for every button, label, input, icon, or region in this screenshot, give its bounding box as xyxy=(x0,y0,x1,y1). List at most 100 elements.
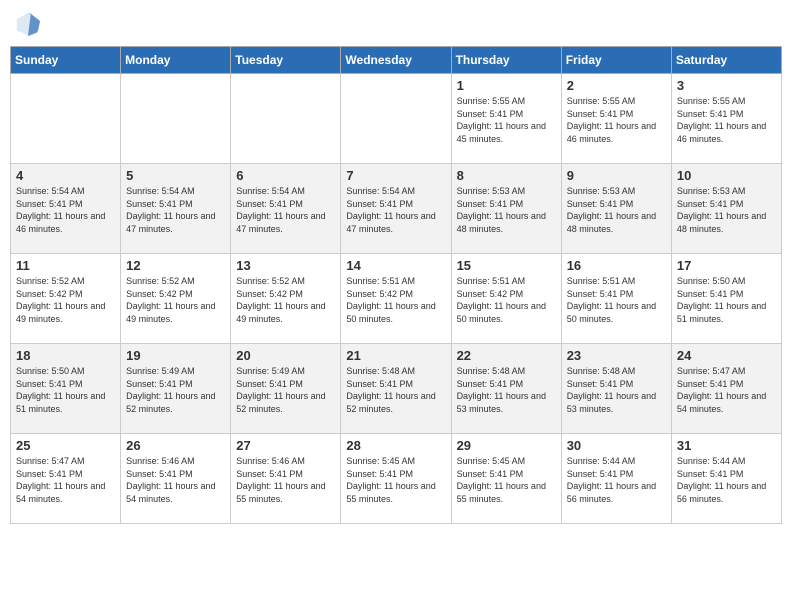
day-number: 12 xyxy=(126,258,225,273)
day-number: 8 xyxy=(457,168,556,183)
week-row-1: 1 Sunrise: 5:55 AMSunset: 5:41 PMDaylight… xyxy=(11,74,782,164)
day-info: Sunrise: 5:51 AMSunset: 5:42 PMDaylight:… xyxy=(457,275,556,325)
day-cell: 16 Sunrise: 5:51 AMSunset: 5:41 PMDayligh… xyxy=(561,254,671,344)
day-number: 30 xyxy=(567,438,666,453)
day-cell: 28 Sunrise: 5:45 AMSunset: 5:41 PMDayligh… xyxy=(341,434,451,524)
day-number: 16 xyxy=(567,258,666,273)
day-cell: 11Sunrise: 5:52 AMSunset: 5:42 PMDayligh… xyxy=(11,254,121,344)
day-cell: 4 Sunrise: 5:54 AMSunset: 5:41 PMDaylight… xyxy=(11,164,121,254)
col-header-sunday: Sunday xyxy=(11,47,121,74)
day-info: Sunrise: 5:52 AMSunset: 5:42 PMDaylight:… xyxy=(126,275,225,325)
day-number: 7 xyxy=(346,168,445,183)
day-info: Sunrise: 5:49 AMSunset: 5:41 PMDaylight:… xyxy=(236,365,335,415)
day-info: Sunrise: 5:44 AMSunset: 5:41 PMDaylight:… xyxy=(677,455,776,505)
col-header-thursday: Thursday xyxy=(451,47,561,74)
day-info: Sunrise: 5:51 AMSunset: 5:42 PMDaylight:… xyxy=(346,275,445,325)
day-info: Sunrise: 5:55 AMSunset: 5:41 PMDaylight:… xyxy=(677,95,776,145)
day-cell: 5 Sunrise: 5:54 AMSunset: 5:41 PMDaylight… xyxy=(121,164,231,254)
day-info: Sunrise: 5:54 AMSunset: 5:41 PMDaylight:… xyxy=(126,185,225,235)
day-cell: 29 Sunrise: 5:45 AMSunset: 5:41 PMDayligh… xyxy=(451,434,561,524)
col-header-tuesday: Tuesday xyxy=(231,47,341,74)
day-info: Sunrise: 5:54 AMSunset: 5:41 PMDaylight:… xyxy=(236,185,335,235)
day-info: Sunrise: 5:48 AMSunset: 5:41 PMDaylight:… xyxy=(567,365,666,415)
day-cell: 17 Sunrise: 5:50 AMSunset: 5:41 PMDayligh… xyxy=(671,254,781,344)
day-number: 5 xyxy=(126,168,225,183)
day-cell: 21 Sunrise: 5:48 AMSunset: 5:41 PMDayligh… xyxy=(341,344,451,434)
col-header-monday: Monday xyxy=(121,47,231,74)
day-info: Sunrise: 5:55 AMSunset: 5:41 PMDaylight:… xyxy=(567,95,666,145)
day-cell: 2 Sunrise: 5:55 AMSunset: 5:41 PMDaylight… xyxy=(561,74,671,164)
day-number: 26 xyxy=(126,438,225,453)
day-cell: 30 Sunrise: 5:44 AMSunset: 5:41 PMDayligh… xyxy=(561,434,671,524)
logo-icon xyxy=(14,10,42,38)
day-number: 3 xyxy=(677,78,776,93)
week-row-5: 25 Sunrise: 5:47 AMSunset: 5:41 PMDayligh… xyxy=(11,434,782,524)
day-number: 15 xyxy=(457,258,556,273)
logo xyxy=(14,10,46,38)
day-number: 21 xyxy=(346,348,445,363)
day-info: Sunrise: 5:50 AMSunset: 5:41 PMDaylight:… xyxy=(677,275,776,325)
day-cell: 6 Sunrise: 5:54 AMSunset: 5:41 PMDaylight… xyxy=(231,164,341,254)
day-cell: 13 Sunrise: 5:52 AMSunset: 5:42 PMDayligh… xyxy=(231,254,341,344)
day-info: Sunrise: 5:54 AMSunset: 5:41 PMDaylight:… xyxy=(16,185,115,235)
day-cell: 25 Sunrise: 5:47 AMSunset: 5:41 PMDayligh… xyxy=(11,434,121,524)
day-cell: 18 Sunrise: 5:50 AMSunset: 5:41 PMDayligh… xyxy=(11,344,121,434)
day-cell: 10Sunrise: 5:53 AMSunset: 5:41 PMDayligh… xyxy=(671,164,781,254)
col-header-wednesday: Wednesday xyxy=(341,47,451,74)
page-header xyxy=(10,10,782,38)
day-info: Sunrise: 5:50 AMSunset: 5:41 PMDaylight:… xyxy=(16,365,115,415)
day-info: Sunrise: 5:53 AMSunset: 5:41 PMDaylight:… xyxy=(677,185,776,235)
day-cell: 8 Sunrise: 5:53 AMSunset: 5:41 PMDaylight… xyxy=(451,164,561,254)
col-header-saturday: Saturday xyxy=(671,47,781,74)
week-row-3: 11Sunrise: 5:52 AMSunset: 5:42 PMDayligh… xyxy=(11,254,782,344)
day-cell xyxy=(231,74,341,164)
day-number: 9 xyxy=(567,168,666,183)
day-info: Sunrise: 5:45 AMSunset: 5:41 PMDaylight:… xyxy=(457,455,556,505)
day-number: 18 xyxy=(16,348,115,363)
day-cell: 20 Sunrise: 5:49 AMSunset: 5:41 PMDayligh… xyxy=(231,344,341,434)
day-number: 28 xyxy=(346,438,445,453)
day-info: Sunrise: 5:47 AMSunset: 5:41 PMDaylight:… xyxy=(16,455,115,505)
day-number: 14 xyxy=(346,258,445,273)
day-cell: 27 Sunrise: 5:46 AMSunset: 5:41 PMDayligh… xyxy=(231,434,341,524)
day-cell: 22Sunrise: 5:48 AMSunset: 5:41 PMDayligh… xyxy=(451,344,561,434)
calendar-table: SundayMondayTuesdayWednesdayThursdayFrid… xyxy=(10,46,782,524)
day-cell: 9Sunrise: 5:53 AMSunset: 5:41 PMDaylight… xyxy=(561,164,671,254)
week-row-2: 4 Sunrise: 5:54 AMSunset: 5:41 PMDaylight… xyxy=(11,164,782,254)
day-cell: 31Sunrise: 5:44 AMSunset: 5:41 PMDayligh… xyxy=(671,434,781,524)
day-info: Sunrise: 5:51 AMSunset: 5:41 PMDaylight:… xyxy=(567,275,666,325)
day-info: Sunrise: 5:44 AMSunset: 5:41 PMDaylight:… xyxy=(567,455,666,505)
day-info: Sunrise: 5:52 AMSunset: 5:42 PMDaylight:… xyxy=(236,275,335,325)
day-info: Sunrise: 5:49 AMSunset: 5:41 PMDaylight:… xyxy=(126,365,225,415)
day-info: Sunrise: 5:55 AMSunset: 5:41 PMDaylight:… xyxy=(457,95,556,145)
day-cell: 7 Sunrise: 5:54 AMSunset: 5:41 PMDaylight… xyxy=(341,164,451,254)
day-number: 20 xyxy=(236,348,335,363)
day-cell: 24Sunrise: 5:47 AMSunset: 5:41 PMDayligh… xyxy=(671,344,781,434)
day-number: 13 xyxy=(236,258,335,273)
day-number: 4 xyxy=(16,168,115,183)
day-number: 24 xyxy=(677,348,776,363)
day-number: 1 xyxy=(457,78,556,93)
day-cell: 23Sunrise: 5:48 AMSunset: 5:41 PMDayligh… xyxy=(561,344,671,434)
day-cell xyxy=(341,74,451,164)
day-info: Sunrise: 5:46 AMSunset: 5:41 PMDaylight:… xyxy=(236,455,335,505)
day-cell: 15 Sunrise: 5:51 AMSunset: 5:42 PMDayligh… xyxy=(451,254,561,344)
day-number: 2 xyxy=(567,78,666,93)
day-info: Sunrise: 5:46 AMSunset: 5:41 PMDaylight:… xyxy=(126,455,225,505)
day-number: 25 xyxy=(16,438,115,453)
day-number: 6 xyxy=(236,168,335,183)
day-cell: 14 Sunrise: 5:51 AMSunset: 5:42 PMDayligh… xyxy=(341,254,451,344)
day-cell: 26 Sunrise: 5:46 AMSunset: 5:41 PMDayligh… xyxy=(121,434,231,524)
week-row-4: 18 Sunrise: 5:50 AMSunset: 5:41 PMDayligh… xyxy=(11,344,782,434)
day-cell: 1 Sunrise: 5:55 AMSunset: 5:41 PMDaylight… xyxy=(451,74,561,164)
day-number: 19 xyxy=(126,348,225,363)
day-number: 29 xyxy=(457,438,556,453)
day-info: Sunrise: 5:53 AMSunset: 5:41 PMDaylight:… xyxy=(457,185,556,235)
day-cell: 3 Sunrise: 5:55 AMSunset: 5:41 PMDaylight… xyxy=(671,74,781,164)
day-number: 27 xyxy=(236,438,335,453)
day-info: Sunrise: 5:45 AMSunset: 5:41 PMDaylight:… xyxy=(346,455,445,505)
day-info: Sunrise: 5:48 AMSunset: 5:41 PMDaylight:… xyxy=(346,365,445,415)
day-number: 17 xyxy=(677,258,776,273)
day-info: Sunrise: 5:54 AMSunset: 5:41 PMDaylight:… xyxy=(346,185,445,235)
header-row: SundayMondayTuesdayWednesdayThursdayFrid… xyxy=(11,47,782,74)
